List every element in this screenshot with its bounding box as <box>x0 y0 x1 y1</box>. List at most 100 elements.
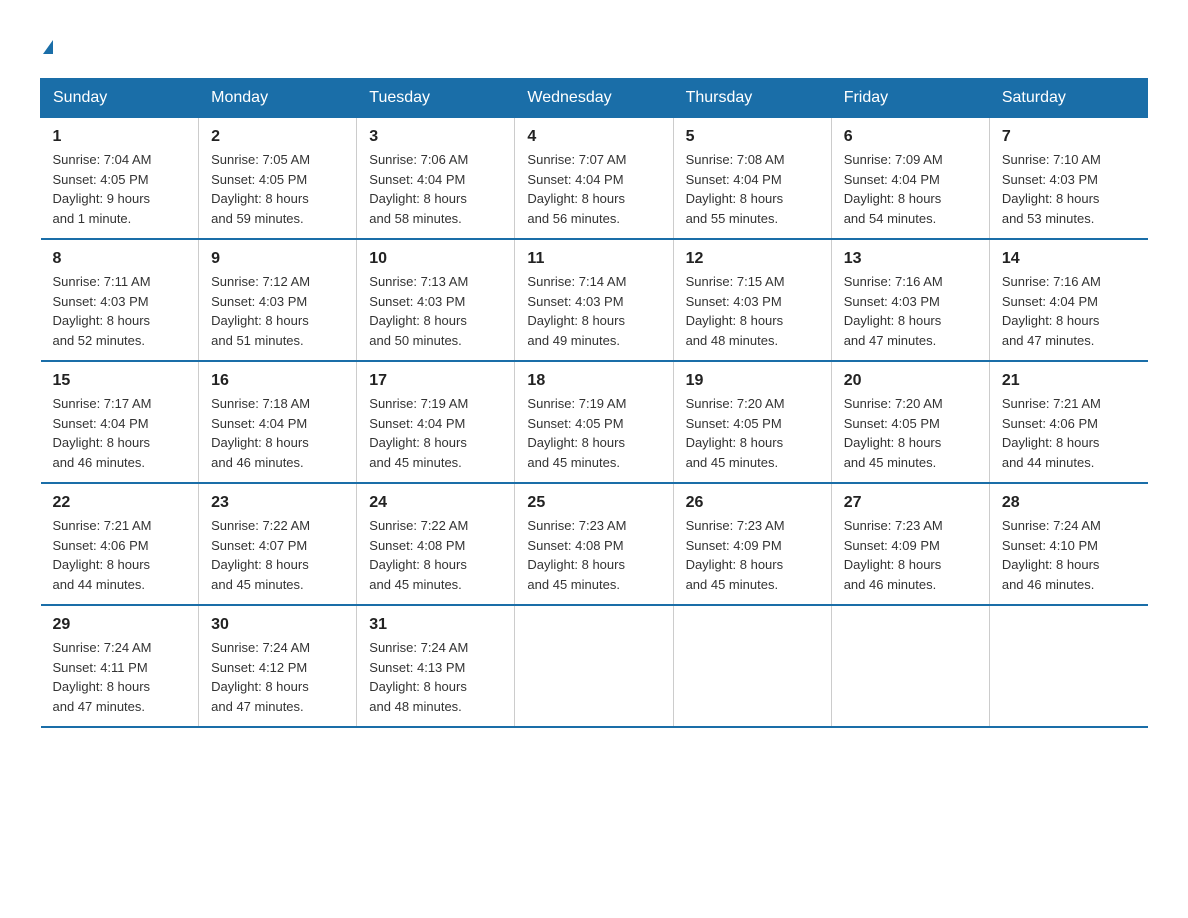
calendar-week-5: 29Sunrise: 7:24 AMSunset: 4:11 PMDayligh… <box>41 605 1148 727</box>
day-number: 2 <box>211 128 344 146</box>
day-number: 17 <box>369 372 502 390</box>
day-number: 3 <box>369 128 502 146</box>
day-info: Sunrise: 7:20 AMSunset: 4:05 PMDaylight:… <box>686 394 819 472</box>
day-info: Sunrise: 7:06 AMSunset: 4:04 PMDaylight:… <box>369 150 502 228</box>
day-info: Sunrise: 7:21 AMSunset: 4:06 PMDaylight:… <box>1002 394 1136 472</box>
day-number: 20 <box>844 372 977 390</box>
day-number: 22 <box>53 494 187 512</box>
calendar-cell: 16 Sunrise: 7:18 AMSunset: 4:04 PMDayligh… <box>199 361 357 483</box>
calendar-header: SundayMondayTuesdayWednesdayThursdayFrid… <box>41 79 1148 118</box>
calendar-cell: 11 Sunrise: 7:14 AMSunset: 4:03 PMDayligh… <box>515 239 673 361</box>
day-number: 9 <box>211 250 344 268</box>
logo-top <box>40 30 53 58</box>
day-number: 15 <box>53 372 187 390</box>
day-number: 27 <box>844 494 977 512</box>
day-info: Sunrise: 7:23 AMSunset: 4:09 PMDaylight:… <box>686 516 819 594</box>
day-number: 6 <box>844 128 977 146</box>
header-friday: Friday <box>831 79 989 118</box>
day-info: Sunrise: 7:24 AMSunset: 4:12 PMDaylight:… <box>211 638 344 716</box>
calendar-cell: 9 Sunrise: 7:12 AMSunset: 4:03 PMDaylight… <box>199 239 357 361</box>
calendar-cell <box>515 605 673 727</box>
day-info: Sunrise: 7:10 AMSunset: 4:03 PMDaylight:… <box>1002 150 1136 228</box>
day-info: Sunrise: 7:20 AMSunset: 4:05 PMDaylight:… <box>844 394 977 472</box>
day-number: 24 <box>369 494 502 512</box>
logo-triangle-icon <box>43 40 53 54</box>
calendar-cell: 8Sunrise: 7:11 AMSunset: 4:03 PMDaylight… <box>41 239 199 361</box>
calendar-cell: 21 Sunrise: 7:21 AMSunset: 4:06 PMDayligh… <box>989 361 1147 483</box>
calendar-cell: 30 Sunrise: 7:24 AMSunset: 4:12 PMDayligh… <box>199 605 357 727</box>
day-info: Sunrise: 7:07 AMSunset: 4:04 PMDaylight:… <box>527 150 660 228</box>
day-info: Sunrise: 7:05 AMSunset: 4:05 PMDaylight:… <box>211 150 344 228</box>
calendar-week-1: 1Sunrise: 7:04 AMSunset: 4:05 PMDaylight… <box>41 118 1148 240</box>
day-info: Sunrise: 7:17 AMSunset: 4:04 PMDaylight:… <box>53 394 187 472</box>
calendar-cell: 19 Sunrise: 7:20 AMSunset: 4:05 PMDayligh… <box>673 361 831 483</box>
day-info: Sunrise: 7:15 AMSunset: 4:03 PMDaylight:… <box>686 272 819 350</box>
day-info: Sunrise: 7:16 AMSunset: 4:03 PMDaylight:… <box>844 272 977 350</box>
day-info: Sunrise: 7:24 AMSunset: 4:10 PMDaylight:… <box>1002 516 1136 594</box>
calendar-cell: 27 Sunrise: 7:23 AMSunset: 4:09 PMDayligh… <box>831 483 989 605</box>
calendar-cell: 12 Sunrise: 7:15 AMSunset: 4:03 PMDayligh… <box>673 239 831 361</box>
calendar-cell: 23 Sunrise: 7:22 AMSunset: 4:07 PMDayligh… <box>199 483 357 605</box>
day-info: Sunrise: 7:14 AMSunset: 4:03 PMDaylight:… <box>527 272 660 350</box>
calendar-cell: 13 Sunrise: 7:16 AMSunset: 4:03 PMDayligh… <box>831 239 989 361</box>
day-info: Sunrise: 7:22 AMSunset: 4:07 PMDaylight:… <box>211 516 344 594</box>
calendar-cell: 3 Sunrise: 7:06 AMSunset: 4:04 PMDaylight… <box>357 118 515 240</box>
day-info: Sunrise: 7:08 AMSunset: 4:04 PMDaylight:… <box>686 150 819 228</box>
day-info: Sunrise: 7:23 AMSunset: 4:09 PMDaylight:… <box>844 516 977 594</box>
day-number: 28 <box>1002 494 1136 512</box>
day-number: 19 <box>686 372 819 390</box>
day-number: 8 <box>53 250 187 268</box>
calendar-cell: 31 Sunrise: 7:24 AMSunset: 4:13 PMDayligh… <box>357 605 515 727</box>
day-number: 13 <box>844 250 977 268</box>
day-info: Sunrise: 7:12 AMSunset: 4:03 PMDaylight:… <box>211 272 344 350</box>
calendar-cell <box>831 605 989 727</box>
calendar-cell: 1Sunrise: 7:04 AMSunset: 4:05 PMDaylight… <box>41 118 199 240</box>
calendar-cell: 24Sunrise: 7:22 AMSunset: 4:08 PMDayligh… <box>357 483 515 605</box>
day-number: 31 <box>369 616 502 634</box>
day-info: Sunrise: 7:18 AMSunset: 4:04 PMDaylight:… <box>211 394 344 472</box>
day-number: 23 <box>211 494 344 512</box>
calendar-cell <box>989 605 1147 727</box>
calendar-body: 1Sunrise: 7:04 AMSunset: 4:05 PMDaylight… <box>41 118 1148 728</box>
day-number: 11 <box>527 250 660 268</box>
calendar-cell: 17 Sunrise: 7:19 AMSunset: 4:04 PMDayligh… <box>357 361 515 483</box>
day-number: 4 <box>527 128 660 146</box>
calendar-cell: 28 Sunrise: 7:24 AMSunset: 4:10 PMDayligh… <box>989 483 1147 605</box>
day-info: Sunrise: 7:16 AMSunset: 4:04 PMDaylight:… <box>1002 272 1136 350</box>
header-thursday: Thursday <box>673 79 831 118</box>
day-number: 7 <box>1002 128 1136 146</box>
day-info: Sunrise: 7:24 AMSunset: 4:13 PMDaylight:… <box>369 638 502 716</box>
day-number: 26 <box>686 494 819 512</box>
calendar-cell: 18Sunrise: 7:19 AMSunset: 4:05 PMDayligh… <box>515 361 673 483</box>
page-header <box>40 30 1148 58</box>
day-number: 12 <box>686 250 819 268</box>
calendar-week-4: 22 Sunrise: 7:21 AMSunset: 4:06 PMDayligh… <box>41 483 1148 605</box>
calendar-cell <box>673 605 831 727</box>
day-number: 25 <box>527 494 660 512</box>
header-monday: Monday <box>199 79 357 118</box>
day-info: Sunrise: 7:23 AMSunset: 4:08 PMDaylight:… <box>527 516 660 594</box>
day-number: 30 <box>211 616 344 634</box>
calendar-cell: 2 Sunrise: 7:05 AMSunset: 4:05 PMDaylight… <box>199 118 357 240</box>
calendar-week-3: 15 Sunrise: 7:17 AMSunset: 4:04 PMDayligh… <box>41 361 1148 483</box>
calendar-cell: 14 Sunrise: 7:16 AMSunset: 4:04 PMDayligh… <box>989 239 1147 361</box>
calendar-cell: 22 Sunrise: 7:21 AMSunset: 4:06 PMDayligh… <box>41 483 199 605</box>
header-wednesday: Wednesday <box>515 79 673 118</box>
day-info: Sunrise: 7:09 AMSunset: 4:04 PMDaylight:… <box>844 150 977 228</box>
day-number: 10 <box>369 250 502 268</box>
day-info: Sunrise: 7:19 AMSunset: 4:05 PMDaylight:… <box>527 394 660 472</box>
header-sunday: Sunday <box>41 79 199 118</box>
calendar-cell: 7 Sunrise: 7:10 AMSunset: 4:03 PMDaylight… <box>989 118 1147 240</box>
day-number: 14 <box>1002 250 1136 268</box>
calendar-cell: 15 Sunrise: 7:17 AMSunset: 4:04 PMDayligh… <box>41 361 199 483</box>
calendar-cell: 29Sunrise: 7:24 AMSunset: 4:11 PMDayligh… <box>41 605 199 727</box>
calendar-cell: 25 Sunrise: 7:23 AMSunset: 4:08 PMDayligh… <box>515 483 673 605</box>
day-number: 29 <box>53 616 187 634</box>
calendar-cell: 6 Sunrise: 7:09 AMSunset: 4:04 PMDaylight… <box>831 118 989 240</box>
calendar-cell: 5Sunrise: 7:08 AMSunset: 4:04 PMDaylight… <box>673 118 831 240</box>
calendar-cell: 26 Sunrise: 7:23 AMSunset: 4:09 PMDayligh… <box>673 483 831 605</box>
day-info: Sunrise: 7:21 AMSunset: 4:06 PMDaylight:… <box>53 516 187 594</box>
day-number: 21 <box>1002 372 1136 390</box>
day-info: Sunrise: 7:19 AMSunset: 4:04 PMDaylight:… <box>369 394 502 472</box>
day-number: 16 <box>211 372 344 390</box>
